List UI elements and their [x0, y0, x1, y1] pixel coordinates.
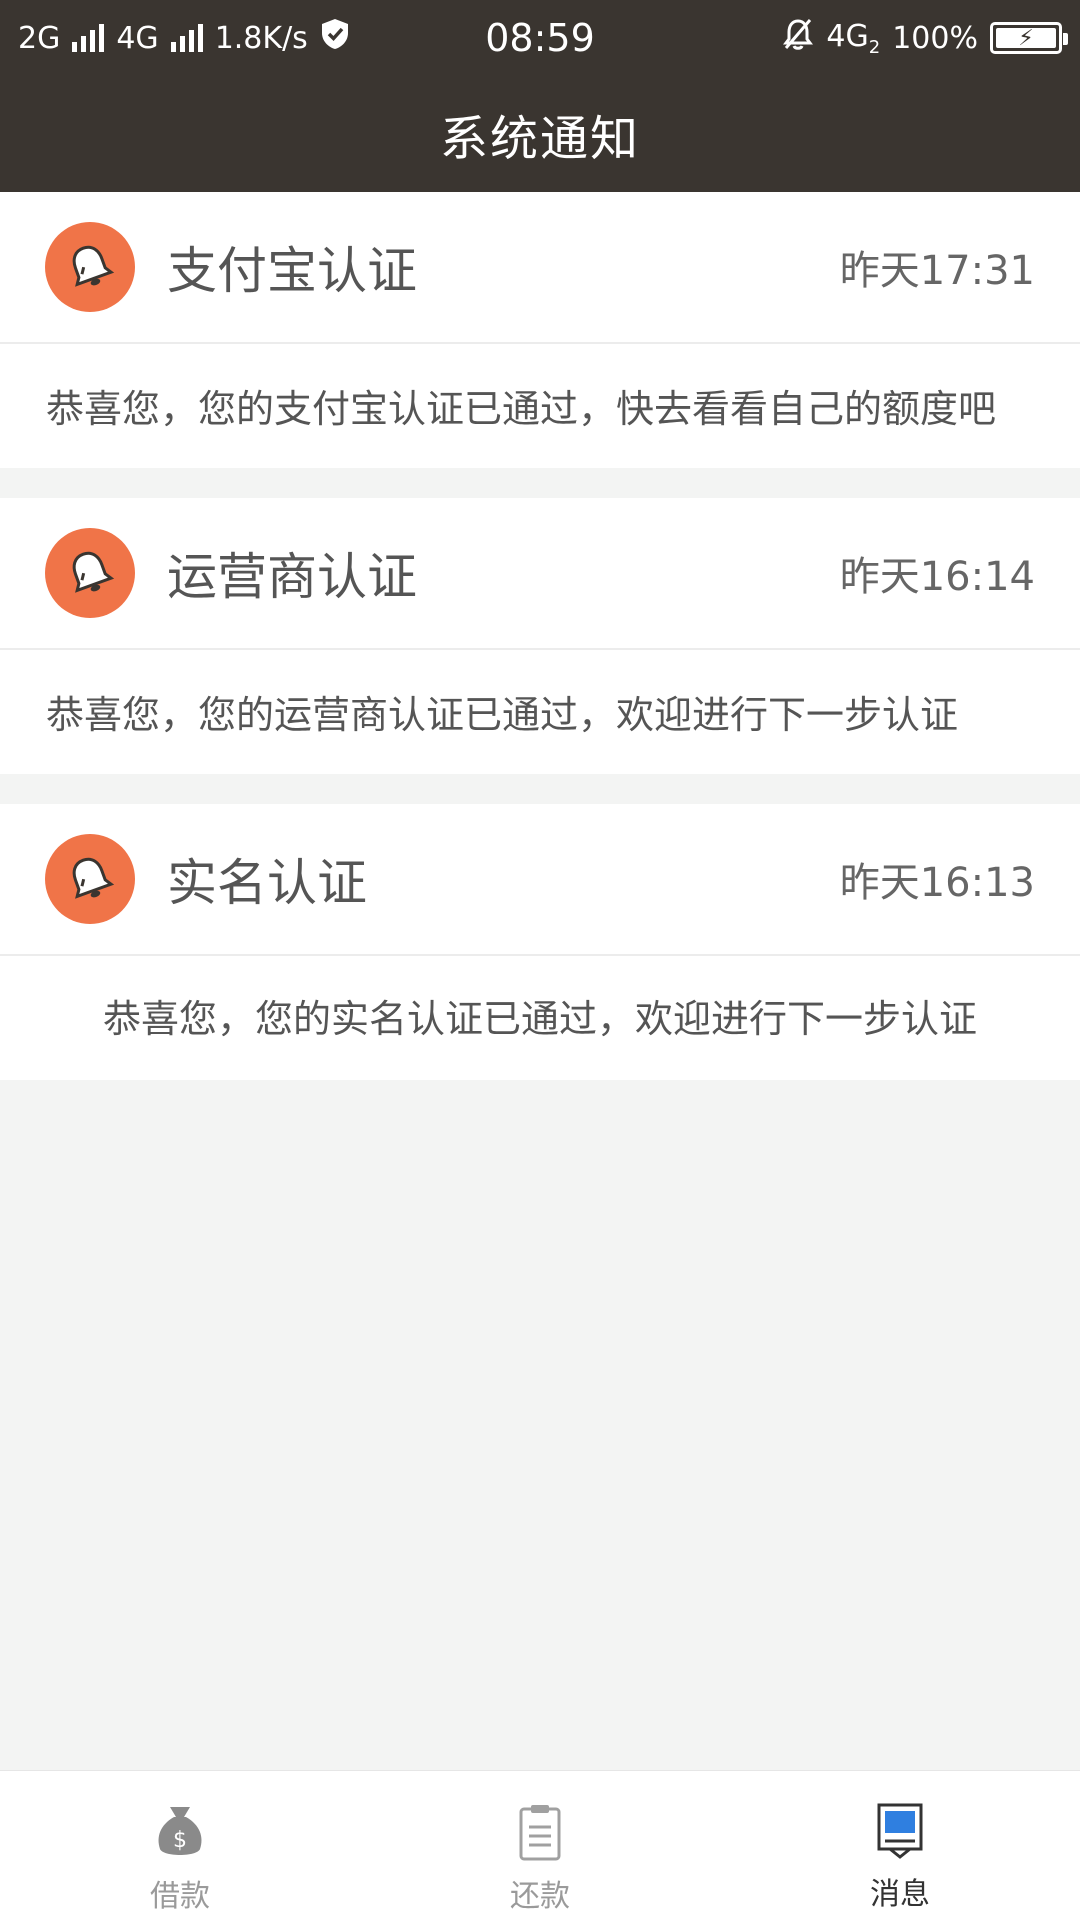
bell-icon — [45, 528, 135, 618]
notification-time: 昨天16:14 — [839, 554, 1035, 600]
notification-card[interactable]: 实名认证 昨天16:13 恭喜您，您的实名认证已通过，欢迎进行下一步认证 — [0, 804, 1080, 1080]
status-right: 4G2 100% ⚡ — [782, 17, 1068, 59]
tab-label: 借款 — [150, 1879, 210, 1914]
notification-card[interactable]: 运营商认证 昨天16:14 恭喜您，您的运营商认证已通过，欢迎进行下一步认证 — [0, 498, 1080, 774]
mute-bell-icon — [782, 17, 814, 59]
notification-body: 恭喜您，您的支付宝认证已通过，快去看看自己的额度吧 — [46, 387, 997, 431]
tab-message[interactable]: 消息 — [720, 1771, 1080, 1920]
header-bar: 系统通知 — [0, 76, 1080, 192]
signal-strength-icon — [170, 24, 203, 52]
bell-icon — [45, 834, 135, 924]
message-icon — [876, 1803, 924, 1863]
tab-label: 还款 — [510, 1879, 570, 1914]
status-bar: 2G 4G 1.8K/s 08:59 4G2 100% ⚡ — [0, 0, 1080, 76]
signal-strength-icon — [72, 24, 105, 52]
network-4g-label: 4G — [116, 20, 159, 56]
tab-label: 消息 — [870, 1877, 930, 1912]
notification-card[interactable]: 支付宝认证 昨天17:31 恭喜您，您的支付宝认证已通过，快去看看自己的额度吧 — [0, 192, 1080, 468]
money-bag-icon: $ — [152, 1803, 208, 1865]
bottom-tab-bar: $ 借款 还款 消息 — [0, 1770, 1080, 1920]
notification-time: 昨天16:13 — [839, 860, 1035, 906]
notification-list: 支付宝认证 昨天17:31 恭喜您，您的支付宝认证已通过，快去看看自己的额度吧 … — [0, 192, 1080, 1110]
notification-title: 支付宝认证 — [167, 242, 417, 300]
notification-header: 运营商认证 昨天16:14 — [0, 498, 1080, 650]
tab-repay[interactable]: 还款 — [360, 1771, 720, 1920]
network-4g-2-label: 4G2 — [826, 18, 881, 58]
tab-loan[interactable]: $ 借款 — [0, 1771, 360, 1920]
battery-icon: ⚡ — [990, 22, 1068, 54]
clipboard-icon — [518, 1803, 562, 1865]
notification-header: 支付宝认证 昨天17:31 — [0, 192, 1080, 344]
notification-body: 恭喜您，您的运营商认证已通过，欢迎进行下一步认证 — [46, 693, 959, 737]
notification-title: 实名认证 — [167, 854, 367, 912]
bell-icon — [45, 222, 135, 312]
network-2g-label: 2G — [18, 20, 61, 56]
svg-text:$: $ — [173, 1828, 187, 1853]
notification-header: 实名认证 昨天16:13 — [0, 804, 1080, 956]
battery-percent: 100% — [892, 20, 978, 56]
notification-title: 运营商认证 — [167, 548, 417, 606]
network-speed: 1.8K/s — [214, 20, 308, 56]
notification-body: 恭喜您，您的实名认证已通过，欢迎进行下一步认证 — [102, 997, 977, 1041]
notification-time: 昨天17:31 — [839, 248, 1035, 294]
charging-bolt-icon: ⚡ — [1018, 25, 1034, 51]
shield-icon — [320, 18, 350, 58]
page-title: 系统通知 — [439, 111, 640, 167]
status-left: 2G 4G 1.8K/s — [18, 18, 350, 58]
